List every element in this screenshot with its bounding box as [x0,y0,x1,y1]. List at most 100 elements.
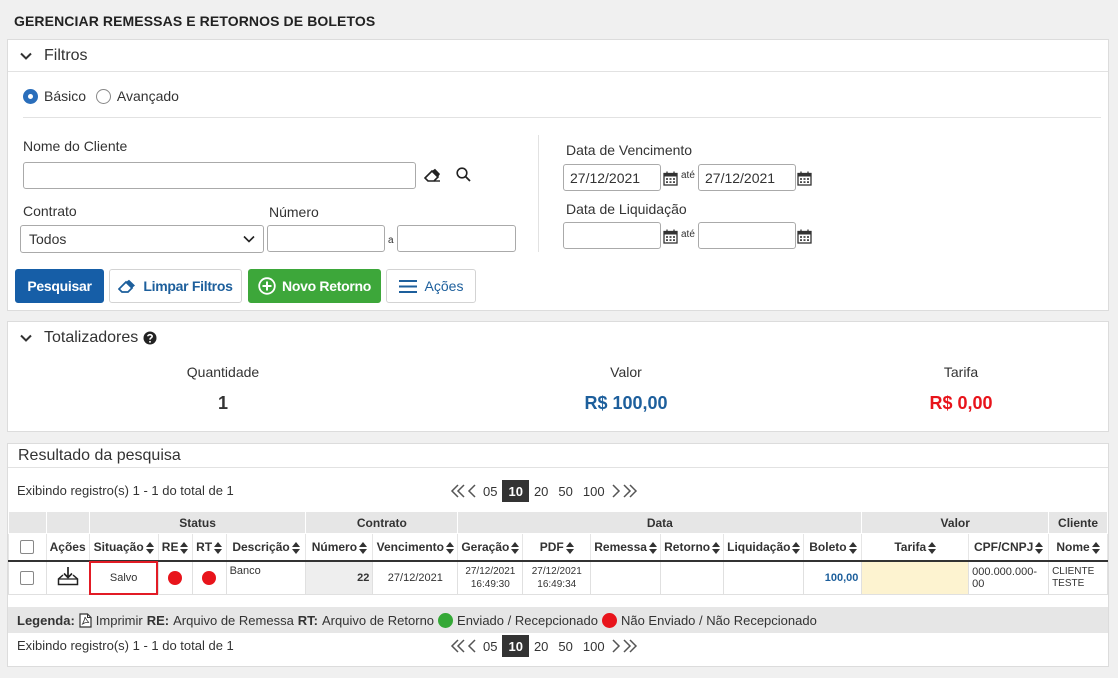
col-re[interactable]: RE [157,533,193,562]
mode-radio-group: Básico Avançado [23,88,179,107]
last-page-icon[interactable] [622,639,638,653]
group-status: Status [88,511,307,534]
col-name[interactable]: Nome [1048,533,1108,562]
number-to-input[interactable] [397,225,516,252]
page-size-10[interactable]: 10 [502,635,529,657]
page-size-10[interactable]: 10 [502,480,529,502]
page-size-50[interactable]: 50 [553,480,577,502]
next-page-icon[interactable] [610,639,622,653]
col-description[interactable]: Descrição [225,533,307,562]
actions-button[interactable]: Ações [386,269,476,303]
prev-page-icon[interactable] [466,639,478,653]
page-size-100[interactable]: 100 [578,480,610,502]
sort-icon [511,541,520,554]
calendar-icon[interactable] [663,171,678,186]
row-fee [861,560,970,595]
table-column-header: Ações Situação RE RT Descrição Número Ve… [8,533,1108,562]
prev-page-icon[interactable] [466,484,478,498]
due-date-from-input[interactable]: 27/12/2021 [563,164,661,191]
table-row[interactable]: Salvo Banco 22 27/12/2021 27/12/2021 16:4… [8,560,1108,595]
chevron-down-icon [20,334,32,342]
radio-basic-label: Básico [44,88,87,104]
select-all-checkbox[interactable] [20,540,35,555]
page-size-20[interactable]: 20 [529,635,553,657]
total-value: Valor R$ 100,00 [476,364,776,414]
search-icon[interactable] [456,167,471,182]
results-summary-top: Exibindo registro(s) 1 - 1 do total de 1 [17,483,234,498]
col-remittance[interactable]: Remessa [590,533,662,562]
next-page-icon[interactable] [610,484,622,498]
col-return[interactable]: Retorno [660,533,725,562]
col-boleto[interactable]: Boleto [803,533,863,562]
page-size-50[interactable]: 50 [553,635,577,657]
due-date-to-input[interactable]: 27/12/2021 [698,164,796,191]
col-doc[interactable]: CPF/CNPJ [968,533,1050,562]
col-generation[interactable]: Geração [457,533,524,562]
group-value: Valor [861,511,1050,534]
chevron-down-icon [243,235,255,243]
search-button[interactable]: Pesquisar [15,269,104,303]
filters-title: Filtros [44,46,88,64]
client-input[interactable] [23,162,416,189]
first-page-icon[interactable] [450,484,466,498]
calendar-icon[interactable] [663,229,678,244]
col-liquidation[interactable]: Liquidação [723,533,805,562]
new-return-button[interactable]: Novo Retorno [248,269,381,303]
row-remittance [590,560,662,595]
row-re-status [157,560,193,595]
green-dot-icon [438,612,454,628]
page-size-05[interactable]: 05 [478,635,502,657]
total-quantity-value: 1 [217,393,228,413]
clear-filters-button[interactable]: Limpar Filtros [109,269,242,303]
page-title: GERENCIAR REMESSAS E RETORNOS DE BOLETOS [14,13,376,29]
col-fee[interactable]: Tarifa [861,533,970,562]
table-group-header: Status Contrato Data Valor Cliente [8,511,1108,534]
col-situation[interactable]: Situação [88,533,159,562]
contract-label: Contrato [23,203,77,219]
legend-not-sent: Não Enviado / Não Recepcionado [620,612,817,628]
last-page-icon[interactable] [622,484,638,498]
plus-circle-icon [258,277,276,295]
sort-icon [648,541,657,554]
page-size-100[interactable]: 100 [578,635,610,657]
number-from-input[interactable] [267,225,385,252]
radio-advanced-circle[interactable] [95,88,111,104]
row-doc: 000.000.000-00 [968,560,1050,595]
page-size-05[interactable]: 05 [478,480,502,502]
col-rt[interactable]: RT [191,533,227,562]
filters-header[interactable]: Filtros [8,40,1108,72]
first-page-icon[interactable] [450,639,466,653]
liquidation-date-to-input[interactable] [698,222,796,249]
sort-icon [1091,541,1100,554]
contract-selected-value: Todos [29,231,67,247]
help-icon[interactable] [143,331,157,345]
legend-rt-text: Arquivo de Retorno [322,612,435,628]
contract-select[interactable]: Todos [20,225,264,253]
totals-header[interactable]: Totalizadores [8,322,1108,354]
totals-title: Totalizadores [44,329,139,346]
page-size-20[interactable]: 20 [529,480,553,502]
col-number[interactable]: Número [305,533,374,562]
eraser-icon[interactable] [424,168,441,183]
col-pdf[interactable]: PDF [522,533,592,562]
radio-advanced[interactable]: Avançado [95,88,179,104]
calendar-icon[interactable] [797,171,812,186]
download-icon[interactable] [57,566,79,586]
select-all-cell [8,533,47,562]
results-divider [8,467,1108,468]
col-due[interactable]: Vencimento [372,533,459,562]
sort-icon [928,541,937,554]
radio-basic[interactable]: Básico [23,88,86,104]
radio-basic-circle[interactable] [23,88,38,104]
totals-panel: Totalizadores Quantidade 1 Valor R$ 100,… [7,321,1109,432]
results-panel: Resultado da pesquisa Exibindo registro(… [7,443,1109,667]
legend-re-abbr: RE: [146,612,170,628]
row-checkbox[interactable] [20,570,35,585]
row-boleto[interactable]: 100,00 [803,560,863,595]
calendar-icon[interactable] [797,229,812,244]
row-description: Banco [225,560,307,595]
red-dot-icon [601,612,617,628]
liquidation-date-from-input[interactable] [563,222,661,249]
red-dot-icon [168,570,183,585]
number-separator: a [388,235,394,246]
